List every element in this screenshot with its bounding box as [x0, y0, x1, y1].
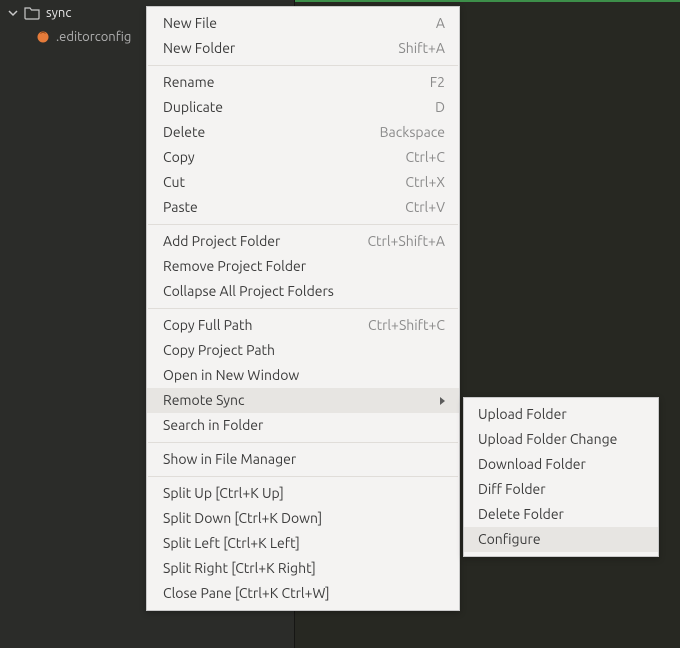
menu-item[interactable]: Copy Project Path: [147, 338, 459, 363]
menu-item-label: Duplicate: [163, 98, 223, 117]
menu-item[interactable]: New File A: [147, 11, 459, 36]
menu-item-label: Delete: [163, 123, 205, 142]
menu-item-label: Remove Project Folder: [163, 257, 306, 276]
menu-separator: [148, 308, 458, 309]
menu-item-label: Split Right [Ctrl+K Right]: [163, 559, 316, 578]
menu-item[interactable]: Split Left [Ctrl+K Left]: [147, 531, 459, 556]
project-name: sync: [46, 6, 71, 20]
menu-item[interactable]: Remove Project Folder: [147, 254, 459, 279]
menu-item[interactable]: Open in New Window: [147, 363, 459, 388]
menu-item-shortcut: F2: [430, 73, 445, 92]
menu-item-label: Close Pane [Ctrl+K Ctrl+W]: [163, 584, 330, 603]
menu-item[interactable]: Remote Sync: [147, 388, 459, 413]
menu-item[interactable]: Split Down [Ctrl+K Down]: [147, 506, 459, 531]
menu-item[interactable]: Delete Backspace: [147, 120, 459, 145]
menu-item[interactable]: Duplicate D: [147, 95, 459, 120]
submenu-item-label: Diff Folder: [478, 480, 546, 499]
editorconfig-icon: [36, 30, 50, 44]
menu-item[interactable]: Split Up [Ctrl+K Up]: [147, 481, 459, 506]
menu-separator: [148, 442, 458, 443]
menu-item-label: New Folder: [163, 39, 235, 58]
menu-item[interactable]: Collapse All Project Folders: [147, 279, 459, 304]
menu-item[interactable]: Cut Ctrl+X: [147, 170, 459, 195]
submenu-item[interactable]: Diff Folder: [464, 477, 658, 502]
menu-item[interactable]: Show in File Manager: [147, 447, 459, 472]
menu-item-label: Copy: [163, 148, 195, 167]
menu-item-label: Show in File Manager: [163, 450, 296, 469]
submenu-item-label: Upload Folder Change: [478, 430, 617, 449]
menu-item-label: Split Down [Ctrl+K Down]: [163, 509, 322, 528]
menu-item[interactable]: Paste Ctrl+V: [147, 195, 459, 220]
context-menu: New File A New Folder Shift+A Rename F2 Duplic…: [146, 6, 460, 611]
menu-item[interactable]: Add Project Folder Ctrl+Shift+A: [147, 229, 459, 254]
submenu-item-label: Download Folder: [478, 455, 586, 474]
folder-icon: [24, 6, 40, 20]
submenu-remote-sync: Upload Folder Upload Folder Change Downloa…: [463, 397, 659, 557]
menu-item-label: Add Project Folder: [163, 232, 280, 251]
submenu-item[interactable]: Upload Folder Change: [464, 427, 658, 452]
menu-item-shortcut: Ctrl+V: [405, 198, 445, 217]
menu-separator: [148, 224, 458, 225]
submenu-item[interactable]: Delete Folder: [464, 502, 658, 527]
menu-item-label: Split Left [Ctrl+K Left]: [163, 534, 300, 553]
menu-item-label: Rename: [163, 73, 214, 92]
menu-item[interactable]: Split Right [Ctrl+K Right]: [147, 556, 459, 581]
menu-item-label: Copy Project Path: [163, 341, 275, 360]
menu-item[interactable]: Copy Full Path Ctrl+Shift+C: [147, 313, 459, 338]
submenu-item[interactable]: Configure: [464, 527, 658, 552]
menu-item[interactable]: New Folder Shift+A: [147, 36, 459, 61]
menu-item-shortcut: Ctrl+C: [405, 148, 445, 167]
menu-item-label: Cut: [163, 173, 185, 192]
menu-item[interactable]: Copy Ctrl+C: [147, 145, 459, 170]
submenu-item[interactable]: Upload Folder: [464, 402, 658, 427]
menu-separator: [148, 65, 458, 66]
menu-item-shortcut: Shift+A: [398, 39, 445, 58]
menu-item[interactable]: Search in Folder: [147, 413, 459, 438]
menu-item-label: Copy Full Path: [163, 316, 253, 335]
chevron-down-icon: [8, 8, 18, 18]
menu-item[interactable]: Rename F2: [147, 70, 459, 95]
menu-item-shortcut: Ctrl+Shift+A: [367, 232, 445, 251]
menu-item-shortcut: Ctrl+Shift+C: [368, 316, 445, 335]
file-name: .editorconfig: [56, 30, 131, 44]
submenu-arrow-icon: [440, 397, 445, 405]
menu-item-label: Collapse All Project Folders: [163, 282, 334, 301]
submenu-item-label: Upload Folder: [478, 405, 567, 424]
menu-item-label: Remote Sync: [163, 391, 245, 410]
menu-item-label: New File: [163, 14, 217, 33]
submenu-item-label: Configure: [478, 530, 541, 549]
menu-item-label: Split Up [Ctrl+K Up]: [163, 484, 284, 503]
menu-item-label: Search in Folder: [163, 416, 263, 435]
menu-item-shortcut: Backspace: [380, 123, 445, 142]
submenu-item[interactable]: Download Folder: [464, 452, 658, 477]
menu-item-label: Open in New Window: [163, 366, 299, 385]
menu-item-shortcut: D: [435, 98, 445, 117]
menu-item-shortcut: Ctrl+X: [405, 173, 445, 192]
menu-item-shortcut: A: [436, 14, 445, 33]
menu-separator: [148, 476, 458, 477]
submenu-item-label: Delete Folder: [478, 505, 564, 524]
menu-item[interactable]: Close Pane [Ctrl+K Ctrl+W]: [147, 581, 459, 606]
menu-item-label: Paste: [163, 198, 198, 217]
